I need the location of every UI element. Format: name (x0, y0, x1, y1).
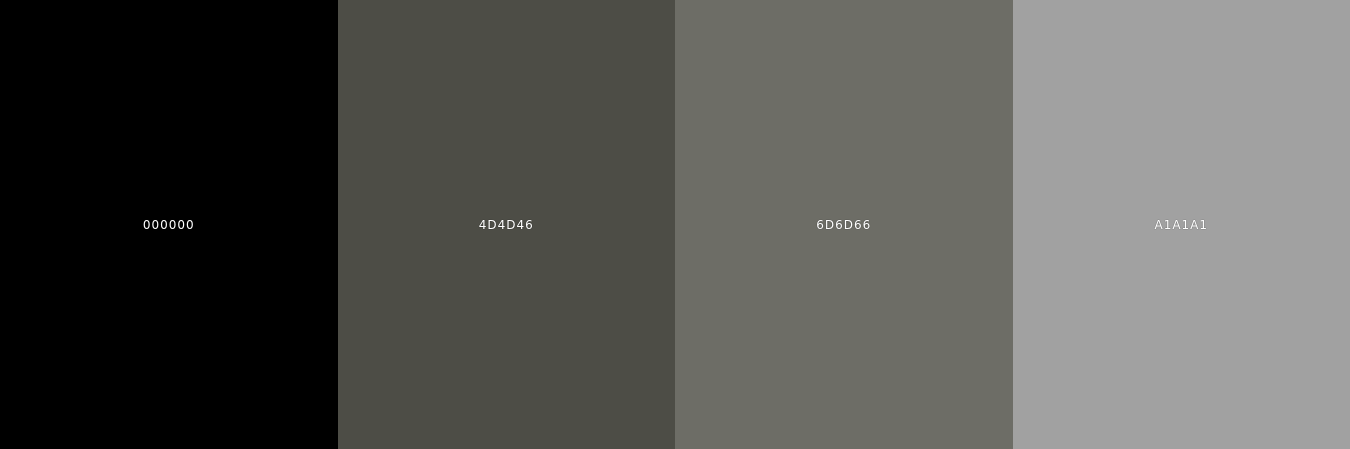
color-palette: 000000 4D4D46 6D6D66 A1A1A1 (0, 0, 1350, 449)
color-swatch-3[interactable]: 6D6D66 (675, 0, 1013, 449)
swatch-hex-label: 000000 (142, 217, 195, 232)
color-swatch-4[interactable]: A1A1A1 (1012, 0, 1350, 449)
color-swatch-2[interactable]: 4D4D46 (337, 0, 675, 449)
swatch-hex-label: 4D4D46 (478, 217, 534, 232)
swatch-hex-label: 6D6D66 (816, 217, 872, 232)
color-swatch-1[interactable]: 000000 (0, 0, 338, 449)
swatch-hex-label: A1A1A1 (1154, 217, 1209, 232)
